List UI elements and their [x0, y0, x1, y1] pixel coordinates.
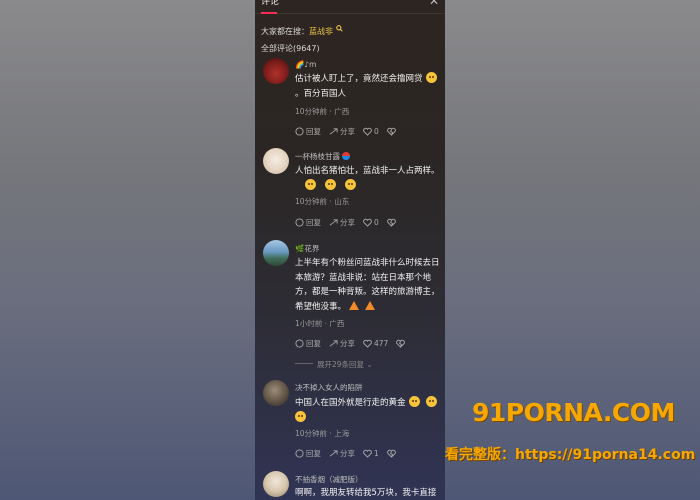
share-button[interactable]: 分享 — [329, 126, 355, 137]
reply-button[interactable]: 回复 — [295, 217, 321, 228]
dislike-button[interactable] — [386, 218, 398, 227]
broken-heart-icon — [386, 218, 396, 227]
search-icon — [335, 25, 343, 32]
avatar[interactable] — [263, 471, 289, 497]
badge-icon — [342, 152, 351, 160]
like-count: 0 — [374, 218, 379, 227]
heart-icon — [363, 218, 372, 227]
share-label: 分享 — [340, 449, 355, 458]
broken-heart-icon — [386, 449, 396, 458]
avatar[interactable] — [263, 58, 289, 84]
comment-text-part: 人怕出名猪怕壮，蓝战非一人占两样。 — [295, 166, 440, 176]
comment-actions: 回复 分享 0 — [295, 126, 406, 137]
comment-actions: 回复 分享 0 — [295, 217, 406, 228]
comments-tab[interactable]: 评论 — [261, 0, 279, 7]
reply-icon — [295, 218, 304, 227]
like-button[interactable]: 1 — [363, 449, 379, 458]
share-icon — [329, 450, 338, 457]
reply-label: 回复 — [306, 127, 321, 136]
comment-text-part: 估计被人盯上了，竟然还会撸网贷 — [295, 74, 423, 84]
emoji-icon — [295, 410, 306, 422]
reply-button[interactable]: 回复 — [295, 126, 321, 137]
comment-username[interactable]: 不抽香烟（减肥版） — [295, 474, 363, 485]
watermark-text: 看完整版：https://91porna14.com — [445, 447, 696, 463]
comments-panel: 评论 ✕ 大家都在搜：蓝战非 全部评论(9647) 🌈♪m 估计被人盯上了，竟然… — [255, 0, 445, 500]
heart-icon — [363, 449, 372, 458]
comment-text: 中国人在国外就是行走的黄金 — [295, 396, 441, 425]
watermark-logo: 91PORNA.COM — [472, 398, 675, 427]
comment-count: 全部评论(9647) — [261, 44, 320, 53]
comment-text-part: 。百分百国人 — [295, 88, 347, 99]
comment-username[interactable]: 决不掉入女人的陷阱 — [295, 382, 363, 393]
comment-text: 啊啊，我朋友转给我5万块，我卡直接 — [295, 488, 437, 498]
like-button[interactable]: 0 — [363, 127, 379, 136]
share-label: 分享 — [340, 339, 355, 348]
emoji-icon — [425, 72, 437, 83]
watermark: 91PORNA.COM 看完整版：https://91porna14.com — [445, 398, 700, 468]
emoji-icon — [408, 396, 420, 407]
divider — [295, 363, 313, 364]
comment-meta: 1小时前 · 广西 — [295, 319, 345, 328]
expand-replies-button[interactable]: 展开29条回复 ⌄ — [295, 359, 373, 370]
comment-text: 估计被人盯上了，竟然还会撸网贷。百分百国人 — [295, 72, 441, 101]
tab-underline — [261, 12, 277, 14]
comment-actions: 回复 分享 1 — [295, 448, 406, 459]
reply-icon — [295, 127, 304, 136]
reply-icon — [295, 449, 304, 458]
comment-meta: 10分钟前 · 山东 — [295, 197, 350, 206]
avatar[interactable] — [263, 240, 289, 266]
comment-text-part: 中国人在国外就是行走的黄金 — [295, 398, 406, 408]
emoji-icon — [325, 178, 336, 190]
share-button[interactable]: 分享 — [329, 338, 355, 349]
comment-meta: 10分钟前 · 广西 — [295, 107, 350, 116]
heart-icon — [363, 339, 372, 348]
username-text: 一杯杨枝甘露 — [295, 152, 340, 161]
chevron-down-icon: ⌄ — [366, 360, 373, 369]
share-button[interactable]: 分享 — [329, 217, 355, 228]
avatar[interactable] — [263, 380, 289, 406]
broken-heart-icon — [386, 127, 396, 136]
comment-username[interactable]: 🌈♪m — [295, 60, 316, 69]
reply-icon — [295, 339, 304, 348]
expand-replies-label: 展开29条回复 — [317, 360, 365, 369]
emoji-icon — [425, 396, 437, 407]
avatar[interactable] — [263, 148, 289, 174]
share-icon — [329, 340, 338, 347]
panel-header: 评论 ✕ — [255, 0, 445, 14]
comment-actions: 回复 分享 477 — [295, 338, 415, 349]
dislike-button[interactable] — [396, 339, 407, 348]
reply-label: 回复 — [306, 339, 321, 348]
heart-icon — [363, 127, 372, 136]
comment-text: 上半年有个粉丝问蓝战非什么时候去日本旅游？蓝战非说：站在日本那个地方，都是一种背… — [295, 256, 441, 314]
comment-username[interactable]: 🌿花界 — [295, 243, 319, 254]
share-button[interactable]: 分享 — [329, 448, 355, 459]
emoji-icon — [349, 300, 360, 310]
like-button[interactable]: 477 — [363, 339, 388, 348]
share-icon — [329, 219, 338, 226]
share-label: 分享 — [340, 127, 355, 136]
share-icon — [329, 128, 338, 135]
comment-meta: 10分钟前 · 上海 — [295, 429, 350, 438]
broken-heart-icon — [396, 339, 406, 348]
reply-label: 回复 — [306, 218, 321, 227]
search-keyword[interactable]: 蓝战非 — [309, 27, 333, 36]
reply-button[interactable]: 回复 — [295, 448, 321, 459]
emoji-icon — [305, 178, 316, 190]
dislike-button[interactable] — [386, 449, 398, 458]
share-label: 分享 — [340, 218, 355, 227]
emoji-icon — [345, 178, 356, 190]
search-hint-prefix: 大家都在搜： — [261, 27, 309, 36]
dislike-button[interactable] — [386, 127, 398, 136]
comment-username[interactable]: 一杯杨枝甘露 — [295, 151, 351, 162]
like-button[interactable]: 0 — [363, 218, 379, 227]
close-icon[interactable]: ✕ — [429, 0, 439, 8]
search-suggestion[interactable]: 大家都在搜：蓝战非 — [261, 25, 343, 37]
like-count: 0 — [374, 127, 379, 136]
emoji-icon — [365, 300, 376, 310]
reply-button[interactable]: 回复 — [295, 338, 321, 349]
like-count: 1 — [374, 449, 379, 458]
comment-text: 人怕出名猪怕壮，蓝战非一人占两样。 — [295, 164, 441, 193]
like-count: 477 — [374, 339, 389, 348]
reply-label: 回复 — [306, 449, 321, 458]
